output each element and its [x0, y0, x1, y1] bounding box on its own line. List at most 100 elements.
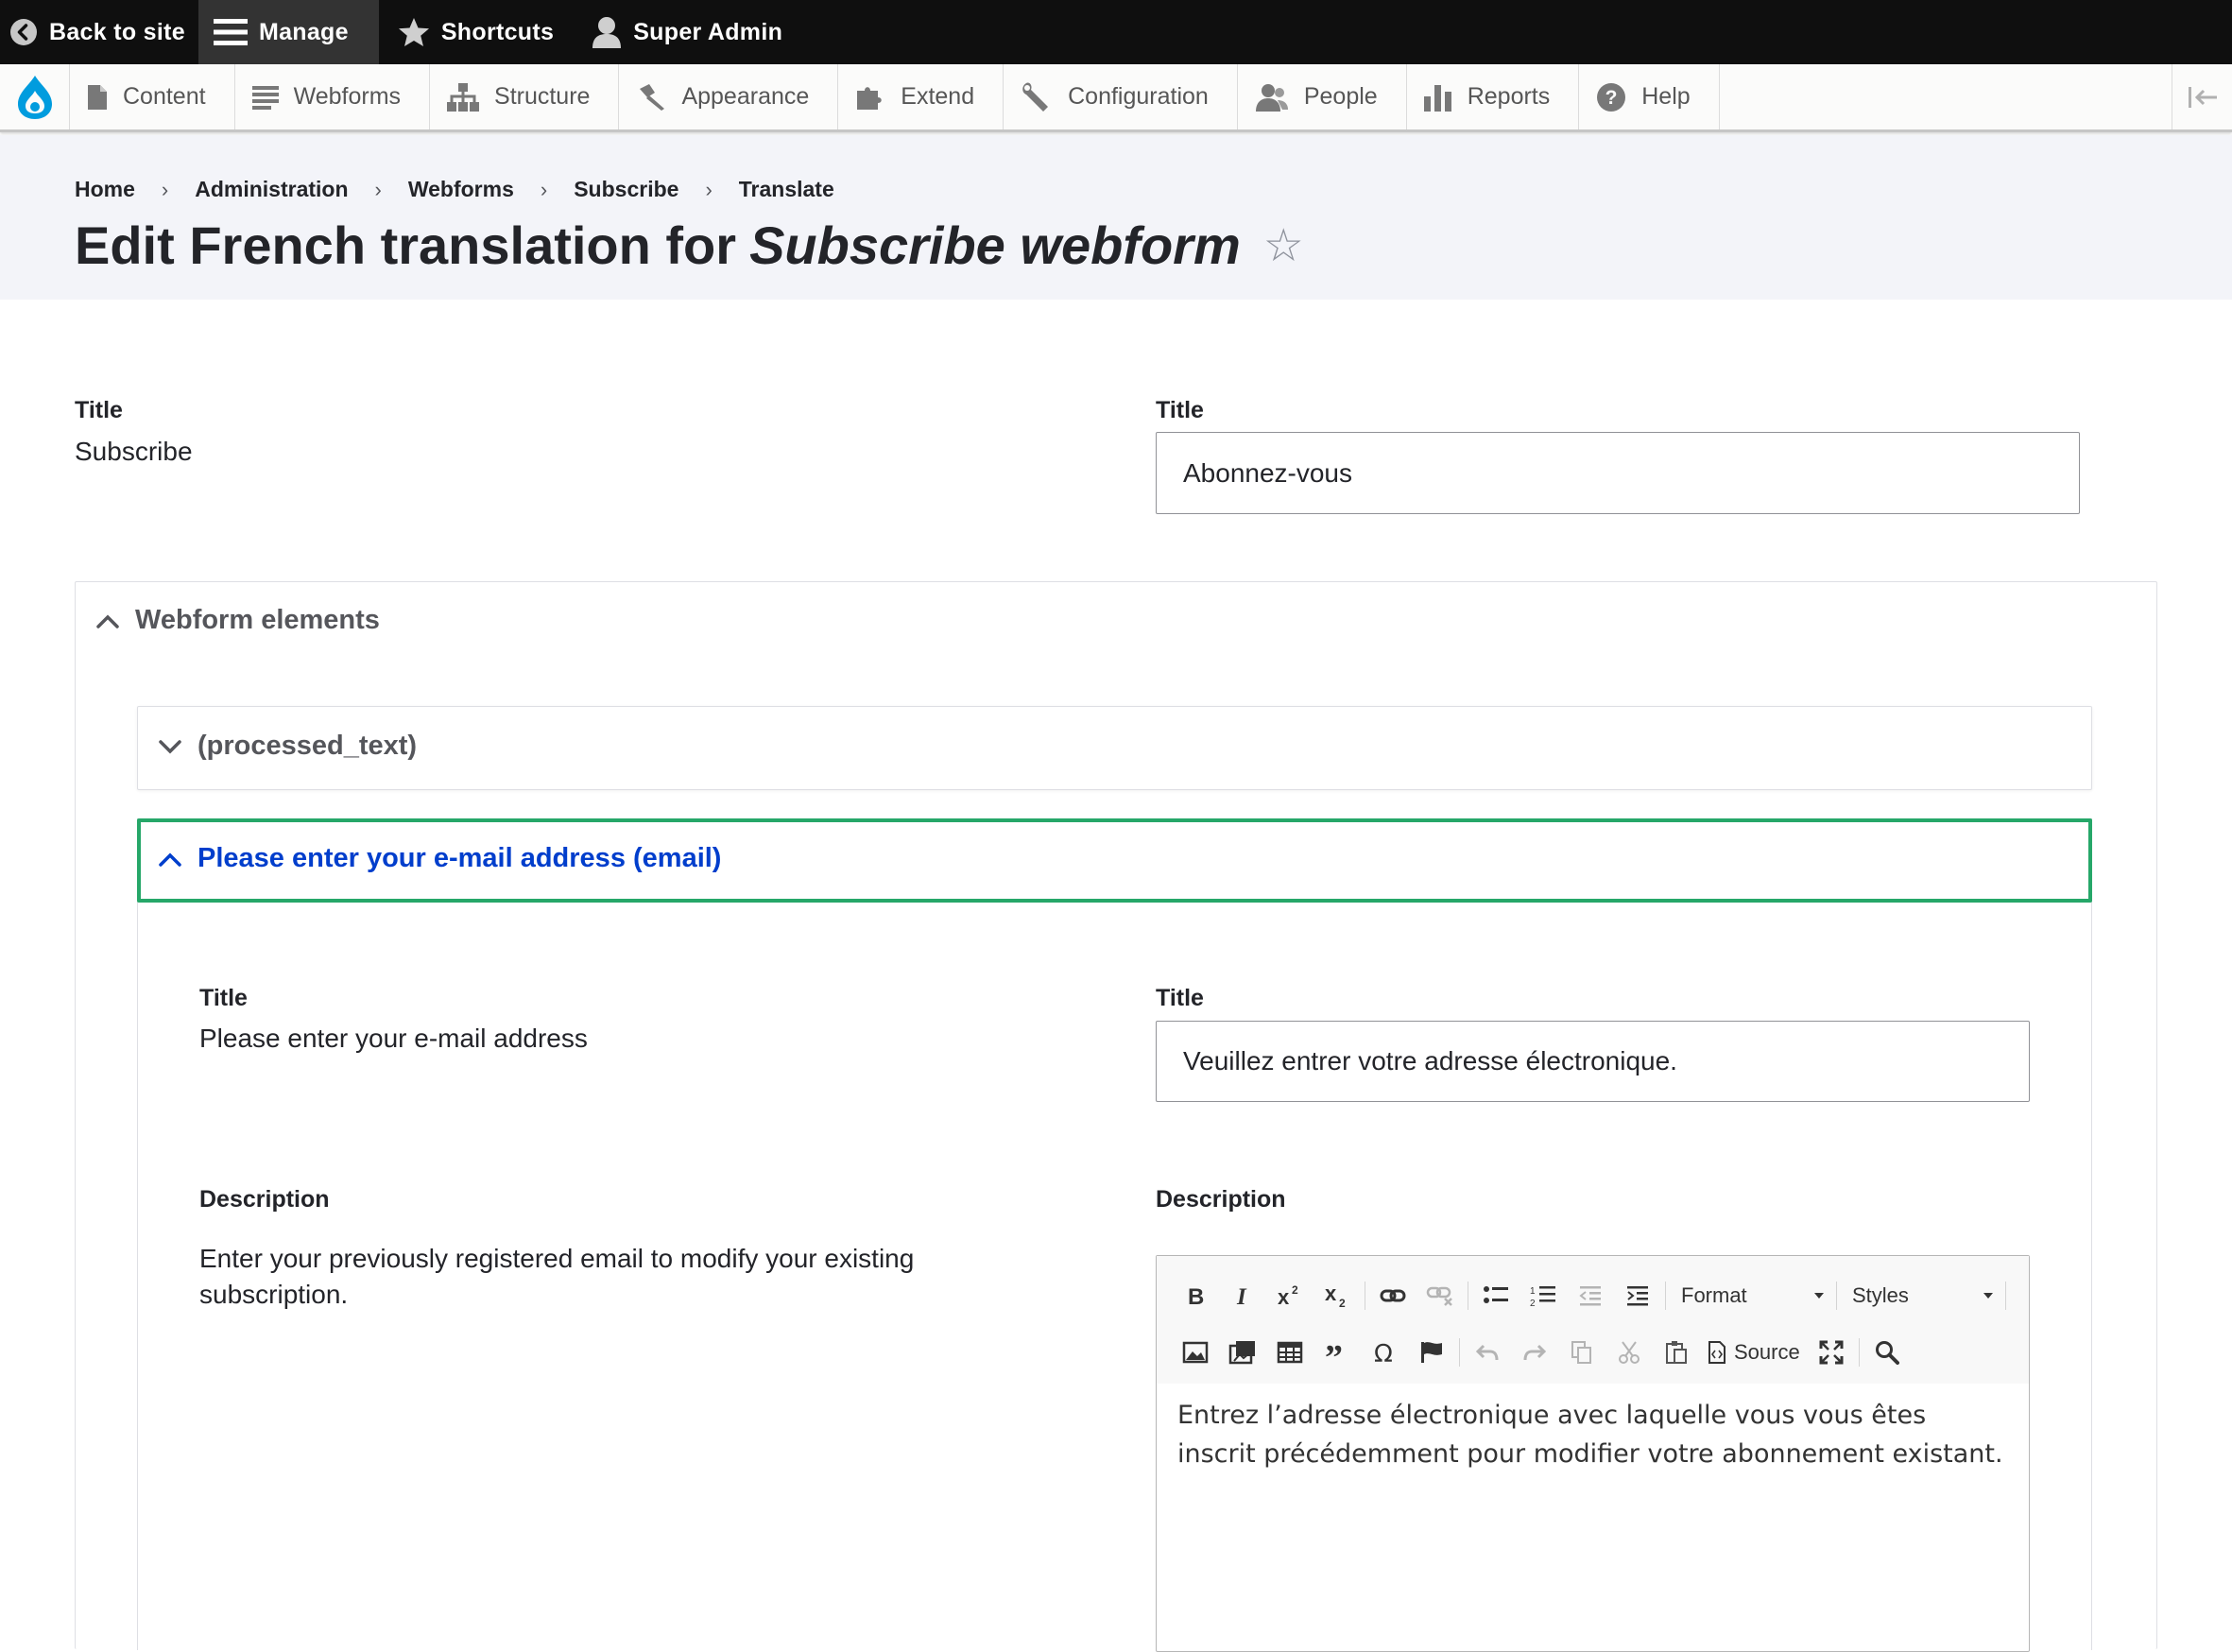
maximize-button[interactable] [1808, 1334, 1855, 1371]
svg-text:Ω: Ω [1374, 1340, 1393, 1365]
bold-button[interactable]: B [1172, 1277, 1219, 1315]
email-source-description-label: Description [199, 1186, 330, 1213]
email-element-summary-label: Please enter your e-mail address (email) [197, 843, 722, 873]
subscript-button[interactable]: x2 [1313, 1277, 1361, 1315]
menu-structure-label: Structure [494, 83, 591, 110]
toolbar-separator [2005, 1282, 2006, 1310]
menu-configuration-label: Configuration [1068, 83, 1209, 110]
svg-text:x: x [1325, 1283, 1337, 1305]
menu-extend-label: Extend [901, 83, 975, 110]
editor-toolbar: B I x2 x2 12 Format Styles ” Ω Source [1157, 1256, 2029, 1384]
cut-button[interactable] [1605, 1334, 1653, 1371]
caret-down-icon [1814, 1293, 1824, 1299]
email-element-summary[interactable]: Please enter your e-mail address (email) [158, 843, 721, 874]
redo-button[interactable] [1511, 1334, 1558, 1371]
svg-text:2: 2 [1530, 1299, 1536, 1308]
toolbar-separator [1459, 1338, 1460, 1367]
chevron-down-icon [159, 739, 181, 753]
find-button[interactable] [1863, 1334, 1911, 1371]
outdent-button[interactable] [1567, 1277, 1614, 1315]
format-dropdown-label: Format [1681, 1283, 1747, 1307]
styles-dropdown[interactable]: Styles [1841, 1277, 2001, 1315]
copy-button[interactable] [1558, 1334, 1605, 1371]
breadcrumb: Home › Administration › Webforms › Subsc… [75, 177, 834, 202]
tray-orientation-toggle[interactable] [2172, 64, 2232, 129]
back-to-site-link[interactable]: Back to site [0, 0, 198, 64]
link-button[interactable] [1369, 1277, 1416, 1315]
breadcrumb-subscribe[interactable]: Subscribe [574, 177, 678, 202]
caret-down-icon [1983, 1293, 1993, 1299]
sitemap-icon [447, 82, 480, 112]
editor-content-area[interactable]: Entrez l’adresse électronique avec laque… [1177, 1396, 2009, 1473]
format-dropdown[interactable]: Format [1670, 1277, 1832, 1315]
page-title: Edit French translation for Subscribe we… [75, 215, 1304, 276]
user-tab[interactable]: Super Admin [567, 0, 796, 64]
drupal-logo-link[interactable] [0, 64, 70, 129]
italic-button[interactable]: I [1219, 1277, 1266, 1315]
breadcrumb-home[interactable]: Home [75, 177, 135, 202]
unlink-button[interactable] [1416, 1277, 1464, 1315]
shortcut-star-icon[interactable]: ☆ [1263, 219, 1304, 272]
svg-text:”: ” [1325, 1341, 1343, 1364]
processed-text-summary[interactable]: (processed_text) [158, 731, 417, 762]
source-document-icon [1708, 1341, 1726, 1364]
blockquote-button[interactable]: ” [1313, 1334, 1361, 1371]
breadcrumb-administration[interactable]: Administration [195, 177, 348, 202]
translation-title-label: Title [1156, 397, 1204, 423]
breadcrumb-translate[interactable]: Translate [739, 177, 834, 202]
media-icon [1228, 1341, 1255, 1365]
webform-elements-summary-label: Webform elements [135, 605, 380, 635]
anchor-button[interactable] [1408, 1334, 1455, 1371]
menu-people-label: People [1303, 83, 1378, 110]
flag-icon [1421, 1342, 1442, 1363]
menu-appearance[interactable]: Appearance [619, 64, 839, 129]
source-title-label: Title [75, 397, 123, 423]
table-icon [1277, 1341, 1303, 1364]
webform-elements-summary[interactable]: Webform elements [95, 605, 380, 636]
menu-people[interactable]: People [1238, 64, 1407, 129]
menu-content[interactable]: Content [70, 64, 235, 129]
puzzle-icon [857, 86, 883, 110]
email-translation-title-input[interactable] [1156, 1021, 2030, 1102]
superscript-button[interactable]: x2 [1266, 1277, 1313, 1315]
numbered-list-button[interactable]: 12 [1519, 1277, 1567, 1315]
breadcrumb-separator: › [374, 177, 382, 201]
translation-title-input[interactable] [1156, 432, 2080, 514]
bulleted-list-button[interactable] [1472, 1277, 1519, 1315]
breadcrumb-separator: › [705, 177, 713, 201]
menu-reports-label: Reports [1467, 83, 1551, 110]
undo-button[interactable] [1464, 1334, 1511, 1371]
redo-icon [1523, 1344, 1547, 1361]
omega-icon: Ω [1374, 1340, 1393, 1365]
media-button[interactable] [1219, 1334, 1266, 1371]
menu-help[interactable]: ? Help [1579, 64, 1720, 129]
image-button[interactable] [1172, 1334, 1219, 1371]
toolbar-separator [1836, 1282, 1837, 1310]
admin-menu-tray: Content Webforms Structure Appearance Ex… [0, 64, 2232, 132]
email-translation-description-label: Description [1156, 1186, 1286, 1213]
breadcrumb-webforms[interactable]: Webforms [408, 177, 514, 202]
back-arrow-icon [10, 19, 37, 45]
special-character-button[interactable]: Ω [1361, 1334, 1408, 1371]
chevron-up-icon [159, 852, 181, 867]
paste-icon [1666, 1341, 1687, 1364]
menu-extend[interactable]: Extend [838, 64, 1004, 129]
outdent-icon [1579, 1286, 1601, 1306]
back-to-site-label: Back to site [49, 18, 185, 45]
manage-tab[interactable]: Manage [197, 0, 379, 64]
menu-structure[interactable]: Structure [430, 64, 620, 129]
table-button[interactable] [1266, 1334, 1313, 1371]
italic-icon: I [1236, 1284, 1247, 1307]
menu-reports[interactable]: Reports [1407, 64, 1580, 129]
paste-button[interactable] [1653, 1334, 1700, 1371]
menu-webforms[interactable]: Webforms [235, 64, 431, 129]
shortcuts-tab[interactable]: Shortcuts [379, 0, 567, 64]
email-source-description-value: Enter your previously registered email t… [199, 1244, 915, 1309]
bold-icon: B [1188, 1284, 1204, 1307]
processed-text-details [137, 706, 2092, 790]
menu-configuration[interactable]: Configuration [1004, 64, 1238, 129]
indent-button[interactable] [1614, 1277, 1661, 1315]
chevron-up-icon [96, 614, 119, 628]
source-button[interactable]: Source [1700, 1334, 1808, 1371]
subscript-icon: x2 [1325, 1283, 1346, 1308]
